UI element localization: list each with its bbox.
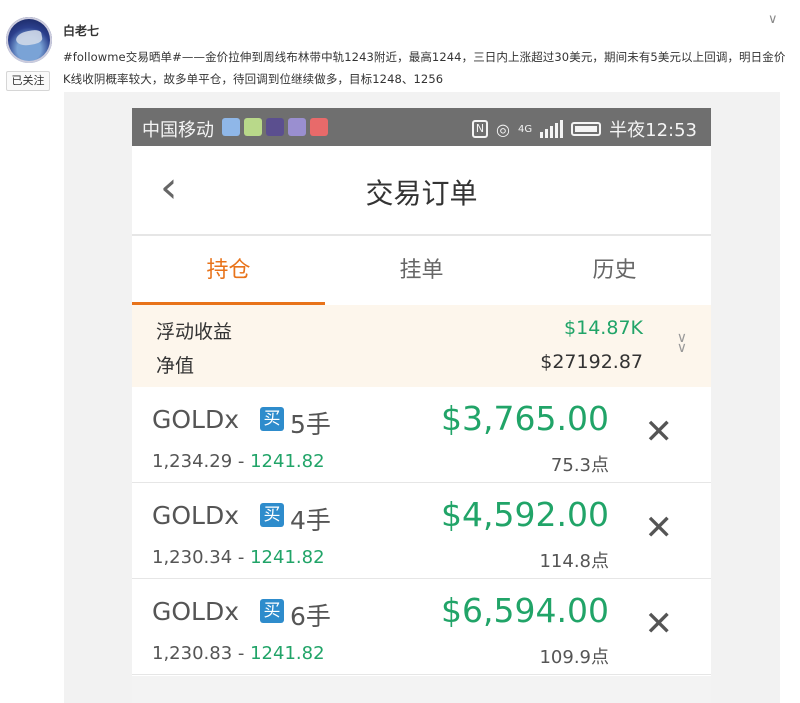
- order-points: 109.9点: [539, 647, 609, 668]
- price-separator: -: [232, 643, 251, 664]
- order-symbol: GOLDx: [152, 501, 240, 530]
- map-app-icon: [310, 118, 328, 136]
- battery-icon: [571, 122, 602, 136]
- order-profit: $3,765.00: [441, 399, 609, 438]
- tab-label: 持仓: [206, 258, 251, 283]
- floating-pl-value: $14.87K: [564, 317, 643, 339]
- wifi-icon: ◎: [496, 119, 510, 139]
- title-bar: ‹ 交易订单: [132, 146, 711, 236]
- username[interactable]: 白老七: [63, 22, 99, 39]
- order-prices: 1,234.29 - 1241.82: [152, 451, 325, 472]
- status-indicators: N ◎ 4G 半夜12:53: [472, 116, 697, 142]
- close-icon[interactable]: ✕: [645, 511, 674, 545]
- video-app-icon: [288, 118, 306, 136]
- order-profit: $6,594.00: [441, 591, 609, 630]
- buy-badge: 买: [260, 407, 284, 431]
- chat-app-icon: [244, 118, 262, 136]
- order-lots: 6手: [290, 602, 331, 631]
- current-price: 1241.82: [250, 451, 325, 472]
- order-prices: 1,230.34 - 1241.82: [152, 547, 325, 568]
- tab-pending[interactable]: 挂单: [325, 236, 518, 305]
- chevron-down-icon[interactable]: ∨: [768, 12, 778, 27]
- nfc-icon: N: [472, 120, 489, 138]
- tab-label: 历史: [592, 258, 637, 283]
- order-row[interactable]: GOLDx 买 6手 1,230.83 - 1241.82 $6,594.00 …: [132, 579, 711, 675]
- clock: 半夜12:53: [609, 120, 697, 141]
- status-bar: 中国移动 N ◎ 4G 半夜12:53: [132, 108, 711, 146]
- order-symbol: GOLDx: [152, 405, 240, 434]
- order-points: 114.8点: [539, 551, 609, 572]
- empty-list-area: [132, 676, 711, 703]
- order-symbol: GOLDx: [152, 597, 240, 626]
- close-icon[interactable]: ✕: [645, 415, 674, 449]
- order-row[interactable]: GOLDx 买 5手 1,234.29 - 1241.82 $3,765.00 …: [132, 387, 711, 483]
- post-text: #followme交易晒单#——金价拉伸到周线布林带中轨1243附近，最高124…: [63, 50, 786, 86]
- network-type: 4G: [518, 123, 533, 135]
- order-lots: 5手: [290, 410, 331, 439]
- order-row[interactable]: GOLDx 买 4手 1,230.34 - 1241.82 $4,592.00 …: [132, 483, 711, 579]
- tab-history[interactable]: 历史: [518, 236, 711, 305]
- order-profit: $4,592.00: [441, 495, 609, 534]
- account-summary: 浮动收益 $14.87K 净值 $27192.87 ∨ ∨: [132, 305, 711, 387]
- follow-button[interactable]: 已关注: [6, 71, 50, 91]
- fish-icon: [14, 28, 44, 48]
- buy-badge: 买: [260, 503, 284, 527]
- phone-screenshot[interactable]: 中国移动 N ◎ 4G 半夜12:53 ‹ 交易订单 持仓 挂单 历史 浮动收益…: [132, 108, 711, 703]
- close-icon[interactable]: ✕: [645, 607, 674, 641]
- open-price: 1,230.83: [152, 643, 233, 664]
- current-price: 1241.82: [250, 547, 325, 568]
- video-app-icon: [266, 118, 284, 136]
- equity-value: $27192.87: [540, 351, 643, 373]
- signal-icon: [540, 120, 564, 138]
- tab-bar: 持仓 挂单 历史: [132, 236, 711, 306]
- tab-positions[interactable]: 持仓: [132, 236, 325, 306]
- price-separator: -: [232, 451, 251, 472]
- price-separator: -: [232, 547, 251, 568]
- page-title: 交易订单: [365, 177, 478, 210]
- current-price: 1241.82: [250, 643, 325, 664]
- paw-app-icon: [222, 118, 240, 136]
- order-prices: 1,230.83 - 1241.82: [152, 643, 325, 664]
- double-chevron-down-icon[interactable]: ∨ ∨: [677, 331, 687, 355]
- tab-label: 挂单: [399, 258, 444, 283]
- avatar[interactable]: [6, 17, 52, 63]
- carrier-label: 中国移动: [142, 120, 214, 141]
- order-points: 75.3点: [550, 455, 609, 476]
- floating-pl-label: 浮动收益: [156, 321, 233, 343]
- open-price: 1,234.29: [152, 451, 233, 472]
- notification-icons: [222, 118, 328, 136]
- open-price: 1,230.34: [152, 547, 233, 568]
- order-lots: 4手: [290, 506, 331, 535]
- buy-badge: 买: [260, 599, 284, 623]
- equity-label: 净值: [156, 355, 195, 377]
